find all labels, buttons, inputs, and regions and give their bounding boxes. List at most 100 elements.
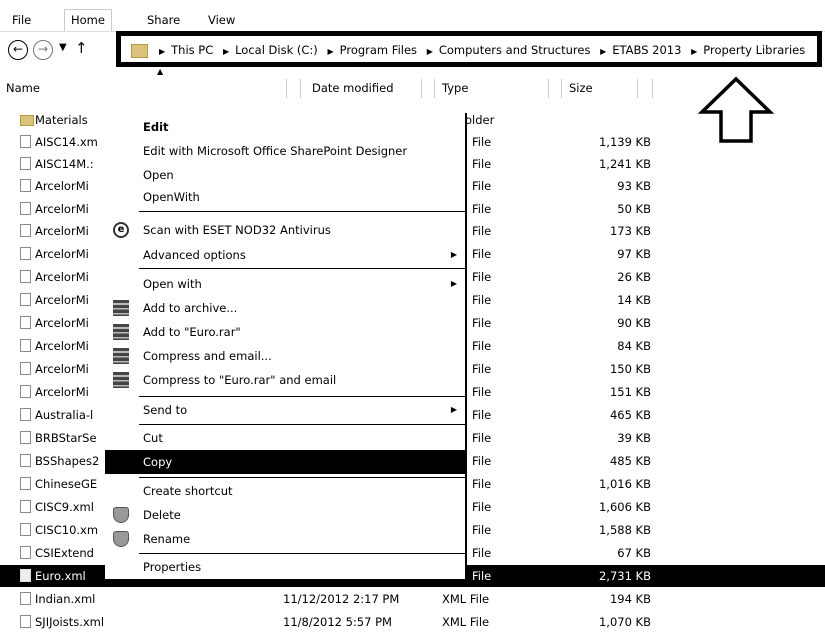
column-divider[interactable]	[637, 79, 638, 98]
breadcrumb-this-pc[interactable]: This PC	[171, 43, 213, 57]
tab-view[interactable]: View	[208, 10, 235, 30]
winrar-icon	[113, 324, 129, 340]
file-name: CISC10.xm	[35, 523, 99, 537]
menu-item-properties[interactable]: Properties	[105, 555, 465, 579]
file-type: File	[472, 224, 492, 238]
winrar-icon	[113, 372, 129, 388]
file-row[interactable]: Indian.xml 11/12/2012 2:17 PM XML File 194 …	[0, 588, 825, 610]
menu-item-delete[interactable]: Delete	[105, 503, 465, 527]
menu-item-cut[interactable]: Cut	[105, 426, 465, 450]
menu-item-rename[interactable]: Rename	[105, 527, 465, 551]
column-divider[interactable]	[652, 79, 653, 98]
document-icon	[20, 362, 31, 375]
file-name: AISC14M.:	[35, 157, 94, 171]
column-header-type[interactable]: Type	[442, 79, 468, 98]
menu-item-open[interactable]: Open	[105, 163, 465, 187]
menu-separator	[139, 477, 465, 478]
sort-indicator-icon: ▲	[157, 67, 164, 76]
file-type: older	[465, 113, 495, 127]
file-name: CISC9.xml	[35, 500, 94, 514]
file-size: 14 KB	[617, 293, 651, 307]
file-size: 1,241 KB	[598, 157, 651, 171]
column-divider[interactable]	[561, 79, 562, 98]
tab-share[interactable]: Share	[147, 10, 180, 30]
column-divider[interactable]	[286, 79, 287, 98]
file-name: ArcelorMi	[35, 179, 89, 193]
breadcrumb: ▶ This PC ▶ Local Disk (C:) ▶ Program Files…	[159, 43, 806, 57]
column-header-name[interactable]: Name	[6, 79, 40, 98]
column-divider[interactable]	[434, 79, 435, 98]
tab-home[interactable]: Home	[64, 9, 112, 32]
file-name: Euro.xml	[35, 569, 86, 583]
file-size: 465 KB	[609, 408, 651, 422]
file-type: XML File	[442, 592, 490, 606]
document-icon	[20, 135, 31, 148]
menu-item-create-shortcut[interactable]: Create shortcut	[105, 479, 465, 503]
document-icon	[20, 224, 31, 237]
breadcrumb-property-libraries[interactable]: Property Libraries	[703, 43, 805, 57]
file-size: 2,731 KB	[598, 569, 651, 583]
file-type: File	[472, 546, 492, 560]
forward-arrow-icon[interactable]: →	[33, 40, 53, 60]
breadcrumb-etabs-2013[interactable]: ETABS 2013	[612, 43, 681, 57]
file-name: ArcelorMi	[35, 339, 89, 353]
breadcrumb-program-files[interactable]: Program Files	[340, 43, 417, 57]
column-divider[interactable]	[548, 79, 549, 98]
file-size: 1,588 KB	[598, 523, 651, 537]
column-divider[interactable]	[300, 79, 301, 98]
file-type: File	[472, 362, 492, 376]
file-name: ArcelorMi	[35, 316, 89, 330]
menu-item-send-to[interactable]: Send to ▶	[105, 398, 465, 422]
menu-item-compress-email[interactable]: Compress and email...	[105, 344, 465, 368]
submenu-arrow-icon: ▶	[450, 405, 457, 414]
document-icon	[20, 546, 31, 559]
document-icon	[20, 454, 31, 467]
menu-item-edit[interactable]: Edit	[105, 115, 465, 139]
document-icon	[20, 615, 31, 628]
menu-item-advanced-options[interactable]: Advanced options ▶	[105, 243, 465, 267]
breadcrumb-local-disk[interactable]: Local Disk (C:)	[235, 43, 318, 57]
document-icon	[20, 270, 31, 283]
column-header-size[interactable]: Size	[569, 79, 593, 98]
menu-separator	[139, 553, 465, 554]
menu-item-openwith[interactable]: OpenWith	[105, 185, 465, 209]
file-size: 90 KB	[617, 316, 651, 330]
menu-item-add-to-rar[interactable]: Add to "Euro.rar"	[105, 320, 465, 344]
file-name: BSShapes2	[35, 454, 100, 468]
back-arrow-icon[interactable]: ←	[8, 40, 28, 60]
file-size: 93 KB	[617, 179, 651, 193]
file-name: SJIJoists.xml	[35, 615, 105, 629]
document-icon	[20, 316, 31, 329]
column-divider[interactable]	[421, 79, 422, 98]
file-row[interactable]: SJIJoists.xml 11/8/2012 5:57 PM XML File 1,…	[0, 611, 825, 633]
address-bar[interactable]: ▶ This PC ▶ Local Disk (C:) ▶ Program Files…	[116, 31, 822, 67]
tab-file[interactable]: File	[12, 10, 31, 30]
breadcrumb-computers-and-structures[interactable]: Computers and Structures	[439, 43, 591, 57]
file-type: File	[472, 339, 492, 353]
file-size: 485 KB	[609, 454, 651, 468]
document-icon	[20, 592, 31, 605]
file-size: 173 KB	[609, 224, 651, 238]
document-icon	[20, 408, 31, 421]
up-arrow-icon[interactable]: ↑	[75, 39, 88, 57]
file-size: 39 KB	[617, 431, 651, 445]
recent-locations-dropdown-icon[interactable]: ▼	[59, 42, 67, 53]
column-header-date[interactable]: Date modified	[312, 79, 394, 98]
menu-item-scan[interactable]: e Scan with ESET NOD32 Antivirus	[105, 218, 465, 242]
menu-item-compress-rar-email[interactable]: Compress to "Euro.rar" and email	[105, 368, 465, 392]
menu-item-copy[interactable]: Copy	[105, 450, 465, 474]
file-name: ChineseGE	[35, 477, 98, 491]
file-name: ArcelorMi	[35, 293, 89, 307]
file-type: File	[472, 385, 492, 399]
file-type: File	[472, 523, 492, 537]
menu-separator	[139, 396, 465, 397]
context-menu: Edit Edit with Microsoft Office SharePoi…	[105, 113, 467, 581]
file-size: 1,139 KB	[598, 135, 651, 149]
document-icon	[20, 179, 31, 192]
menu-item-add-to-archive[interactable]: Add to archive...	[105, 296, 465, 320]
file-type: File	[472, 293, 492, 307]
menu-item-edit-sharepoint[interactable]: Edit with Microsoft Office SharePoint De…	[105, 139, 465, 163]
menu-item-open-with[interactable]: Open with ▶	[105, 272, 465, 296]
file-name: CSIExtend	[35, 546, 94, 560]
file-name: AISC14.xm	[35, 135, 98, 149]
